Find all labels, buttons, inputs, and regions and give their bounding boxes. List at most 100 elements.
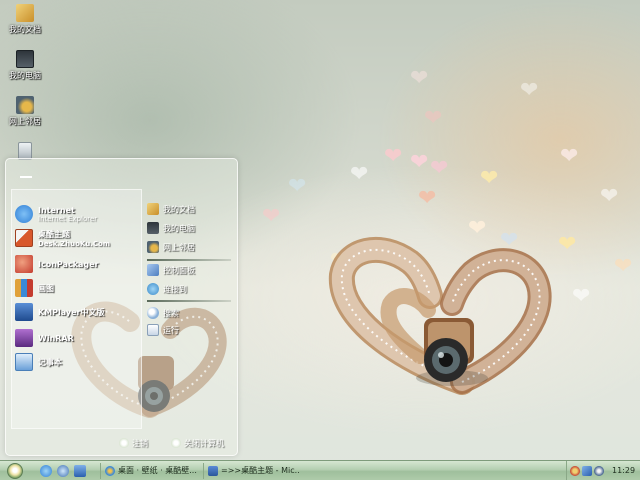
film-strip — [380, 288, 436, 364]
start-menu: Internet Internet Explorer 桌酷主题 Desk.Zhu… — [5, 158, 238, 456]
bokeh-heart: ❤ — [520, 78, 539, 103]
logoff-label: 注销 — [132, 438, 148, 448]
browser-icon — [105, 465, 115, 476]
film-strip — [443, 251, 549, 391]
system-tray: 11:29 — [566, 461, 640, 480]
start-menu-item-title: 画图 — [38, 283, 54, 293]
start-menu-item-zhuoku[interactable]: 桌酷主题 Desk.ZhuoKu.Com — [15, 227, 143, 249]
search-icon — [147, 307, 159, 319]
shutdown-button[interactable]: 关闭计算机 — [171, 436, 224, 450]
bokeh-heart: ❤ — [418, 186, 437, 211]
start-menu-item-winrar[interactable]: WinRAR — [15, 327, 143, 349]
taskbar-item-word[interactable]: =>>桌酷主题 - Mic... — [203, 462, 299, 479]
logoff-button[interactable]: 注销 — [119, 436, 148, 450]
start-menu-link-label: 网上邻居 — [163, 242, 195, 252]
network-icon — [16, 96, 34, 114]
folder-icon — [147, 203, 159, 215]
film-strip — [440, 248, 552, 394]
tray-security-icon[interactable] — [594, 465, 604, 476]
tray-network-icon[interactable] — [582, 465, 592, 476]
canister-band — [428, 322, 470, 360]
start-menu-link-connect-to[interactable]: 连接到 — [147, 281, 187, 297]
start-menu-item-subtitle: Desk.ZhuoKu.Com — [38, 239, 111, 248]
desktop-icon-my-computer[interactable]: 我的电脑 — [4, 50, 46, 81]
bokeh-heart: ❤ — [572, 284, 591, 309]
start-menu-item-title: Internet — [38, 205, 75, 215]
folder-icon — [16, 4, 34, 22]
start-button[interactable] — [0, 461, 30, 480]
shutdown-icon — [171, 438, 181, 448]
canister-shadow — [416, 370, 488, 386]
shutdown-label: 关闭计算机 — [184, 438, 224, 448]
start-menu-item-paint[interactable]: 画图 — [15, 277, 143, 299]
start-menu-item-title: 桌酷主题 — [38, 229, 70, 239]
start-menu-item-kmplayer[interactable]: KMPlayer中文版 — [15, 301, 143, 323]
start-menu-link-run[interactable]: 运行 — [147, 322, 179, 338]
start-menu-link-search[interactable]: 搜索 — [147, 305, 179, 321]
notepad-icon — [15, 353, 33, 371]
bokeh-heart: ❤ — [480, 166, 499, 191]
taskbar-item-label: 桌面 · 壁纸 · 桌酷壁... — [118, 466, 197, 475]
canister-lid-core — [439, 353, 453, 367]
bokeh-heart: ❤ — [558, 232, 577, 257]
taskbar: 桌面 · 壁纸 · 桌酷壁... =>>桌酷主题 - Mic... 11:29 — [0, 460, 640, 480]
desktop-icon-label: 网上邻居 — [9, 117, 41, 126]
quicklaunch-ie-icon[interactable] — [40, 464, 52, 477]
start-menu-item-notepad[interactable]: 记事本 — [15, 351, 143, 373]
start-menu-item-iconpackager[interactable]: IconPackager — [15, 253, 143, 275]
bokeh-heart: ❤ — [262, 204, 281, 229]
desktop-icon-label: 我的文档 — [9, 25, 41, 34]
start-menu-item-internet[interactable]: Internet Internet Explorer — [15, 203, 143, 225]
bokeh-heart: ❤ — [288, 174, 307, 199]
computer-icon — [16, 50, 34, 68]
start-menu-link-label: 运行 — [163, 325, 179, 335]
start-menu-item-subtitle: Internet Explorer — [38, 214, 98, 223]
desktop-icon-network[interactable]: 网上邻居 — [4, 96, 46, 127]
start-orb-icon — [7, 462, 23, 479]
bokeh-heart: ❤ — [614, 254, 633, 279]
start-menu-separator — [147, 259, 231, 261]
film-strip — [340, 248, 463, 383]
quicklaunch-browser-icon[interactable] — [57, 464, 69, 477]
desktop-icon-my-documents[interactable]: 我的文档 — [4, 4, 46, 35]
bokeh-heart: ❤ — [430, 156, 449, 181]
bokeh-heart: ❤ — [500, 228, 519, 253]
run-icon — [147, 324, 159, 336]
network-icon — [147, 241, 159, 253]
bokeh-heart: ❤ — [424, 106, 443, 131]
canister-lid — [424, 338, 468, 382]
film-strip — [331, 239, 472, 392]
kmplayer-icon — [15, 303, 33, 321]
start-menu-link-label: 搜索 — [163, 308, 179, 318]
bokeh-heart: ❤ — [384, 144, 403, 169]
canister-highlight — [438, 352, 444, 358]
taskbar-item-browser[interactable]: 桌面 · 壁纸 · 桌酷壁... — [100, 462, 198, 479]
start-menu-item-title: 记事本 — [38, 357, 62, 367]
film-strip — [451, 259, 541, 383]
tray-qq-icon[interactable] — [570, 465, 580, 476]
logoff-icon — [119, 438, 129, 448]
bokeh-heart: ❤ — [410, 150, 429, 175]
iconpackager-icon — [15, 255, 33, 273]
computer-icon — [147, 222, 159, 234]
start-menu-link-label: 我的电脑 — [163, 223, 195, 233]
start-menu-link-my-computer[interactable]: 我的电脑 — [147, 220, 195, 236]
canister-body — [424, 318, 474, 364]
control-panel-icon — [147, 264, 159, 276]
start-menu-link-my-documents[interactable]: 我的文档 — [147, 201, 195, 217]
start-menu-user-bar — [20, 176, 32, 178]
paint-icon — [15, 279, 33, 297]
bokeh-heart: ❤ — [410, 66, 429, 91]
bokeh-heart: ❤ — [350, 162, 369, 187]
start-menu-link-control-panel[interactable]: 控制面板 — [147, 262, 195, 278]
quicklaunch-desktop-icon[interactable] — [74, 464, 86, 477]
bokeh-heart: ❤ — [600, 184, 619, 209]
start-menu-item-title: WinRAR — [38, 333, 74, 343]
start-menu-link-label: 我的文档 — [163, 204, 195, 214]
canister-lid-inner — [432, 346, 460, 374]
bokeh-heart: ❤ — [468, 216, 487, 241]
desktop-icon-label: 我的电脑 — [9, 71, 41, 80]
taskbar-clock[interactable]: 11:29 — [612, 466, 635, 475]
start-menu-separator — [147, 300, 231, 302]
start-menu-link-network[interactable]: 网上邻居 — [147, 239, 195, 255]
